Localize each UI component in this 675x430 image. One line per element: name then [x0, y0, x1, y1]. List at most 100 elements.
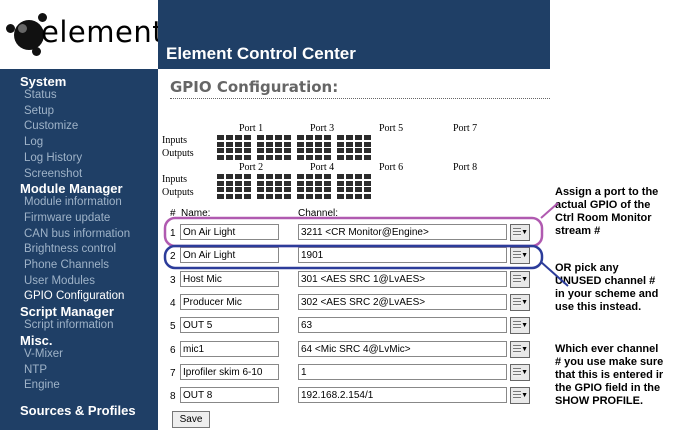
gpio-cell — [355, 194, 362, 199]
gpio-cell — [315, 174, 322, 179]
sidebar-item-gpio-configuration[interactable]: GPIO Configuration — [0, 289, 158, 305]
gpio-cell — [364, 187, 371, 192]
sidebar-section-misc[interactable]: Misc. — [0, 334, 158, 347]
gpio-cell — [235, 135, 242, 140]
gpio-cell — [284, 142, 291, 147]
gpio-cell — [244, 155, 251, 160]
gpio-cell — [244, 174, 251, 179]
sidebar-section-system[interactable]: System — [0, 75, 158, 88]
sidebar-item-module-information[interactable]: Module information — [0, 195, 158, 211]
gpio-cell — [244, 181, 251, 186]
gpio-name-input[interactable]: On Air Light — [180, 224, 279, 240]
channel-picker-button[interactable] — [510, 224, 530, 241]
sidebar-item-phone-channels[interactable]: Phone Channels — [0, 258, 158, 274]
gpio-cell — [275, 194, 282, 199]
channel-picker-button[interactable] — [510, 247, 530, 264]
gpio-cell — [346, 148, 353, 153]
sidebar-item-brightness-control[interactable]: Brightness control — [0, 242, 158, 258]
channel-picker-button[interactable] — [510, 271, 530, 288]
gpio-cell — [337, 194, 344, 199]
sidebar-item-v-mixer[interactable]: V-Mixer — [0, 347, 158, 363]
gpio-cell — [306, 174, 313, 179]
save-button[interactable]: Save — [172, 411, 210, 428]
gpio-cell — [364, 194, 371, 199]
sidebar-item-engine[interactable]: Engine — [0, 378, 158, 394]
gpio-channel-input[interactable]: 3211 <CR Monitor@Engine> — [298, 224, 507, 240]
channel-picker-button[interactable] — [510, 364, 530, 381]
gpio-channel-input[interactable]: 302 <AES SRC 2@LvAES> — [298, 294, 507, 310]
channel-picker-button[interactable] — [510, 317, 530, 334]
gpio-name-input[interactable]: OUT 8 — [180, 387, 279, 403]
gpio-name-input[interactable]: Iprofiler skim 6-10 — [180, 364, 279, 380]
gpio-cell — [337, 181, 344, 186]
sidebar-item-screenshot[interactable]: Screenshot — [0, 167, 158, 183]
gpio-name-input[interactable]: OUT 5 — [180, 317, 279, 333]
gpio-cell — [275, 181, 282, 186]
sidebar-item-user-modules[interactable]: User Modules — [0, 274, 158, 290]
port-label: Port 8 — [453, 162, 478, 173]
gpio-cell — [275, 174, 282, 179]
sidebar-item-status[interactable]: Status — [0, 88, 158, 104]
gpio-cell — [324, 135, 331, 140]
gpio-cell — [235, 142, 242, 147]
gpio-cell — [257, 194, 264, 199]
gpio-cell — [306, 142, 313, 147]
gpio-cell — [297, 148, 304, 153]
app-title: Element Control Center — [166, 44, 356, 63]
sidebar-item-can-bus-information[interactable]: CAN bus information — [0, 227, 158, 243]
gpio-cell — [306, 148, 313, 153]
gpio-inputs-grid-bottom — [217, 174, 371, 179]
sidebar-section-script-manager[interactable]: Script Manager — [0, 305, 158, 318]
gpio-name-input[interactable]: Producer Mic — [180, 294, 279, 310]
port-label: Port 1 — [239, 123, 264, 134]
row-number: 1 — [170, 228, 176, 239]
gpio-cell — [226, 135, 233, 140]
row-number: 8 — [170, 391, 176, 402]
gpio-name-input[interactable]: mic1 — [180, 341, 279, 357]
gpio-cell — [266, 187, 273, 192]
gpio-cell — [217, 142, 224, 147]
gpio-cell — [217, 135, 224, 140]
channel-picker-button[interactable] — [510, 387, 530, 404]
gpio-cell — [364, 174, 371, 179]
gpio-cell — [346, 187, 353, 192]
port-label: Port 2 — [239, 162, 264, 173]
channel-picker-button[interactable] — [510, 341, 530, 358]
gpio-channel-input[interactable]: 192.168.2.154/1 — [298, 387, 507, 403]
gpio-cell — [226, 174, 233, 179]
gpio-name-input[interactable]: On Air Light — [180, 247, 279, 263]
channel-picker-button[interactable] — [510, 294, 530, 311]
gpio-channel-input[interactable]: 301 <AES SRC 1@LvAES> — [298, 271, 507, 287]
annotation-note-2: OR pick any UNUSED channel # in your sch… — [555, 262, 658, 314]
gpio-cell — [284, 174, 291, 179]
gpio-channel-input[interactable]: 1 — [298, 364, 507, 380]
gpio-inputs-grid-top — [217, 142, 371, 147]
gpio-cell — [315, 187, 322, 192]
sidebar-section-module-manager[interactable]: Module Manager — [0, 182, 158, 195]
row-number: 2 — [170, 251, 176, 262]
gpio-cell — [346, 181, 353, 186]
sidebar: System Status Setup Customize Log Log Hi… — [0, 69, 158, 430]
gpio-cell — [315, 135, 322, 140]
sidebar-section-sources-profiles[interactable]: Sources & Profiles — [0, 404, 158, 417]
gpio-cell — [284, 187, 291, 192]
gpio-channel-input[interactable]: 64 <Mic SRC 4@LvMic> — [298, 341, 507, 357]
gpio-cell — [284, 194, 291, 199]
sidebar-item-firmware-update[interactable]: Firmware update — [0, 211, 158, 227]
inputs-label: Inputs — [162, 174, 187, 185]
sidebar-item-log-history[interactable]: Log History — [0, 151, 158, 167]
gpio-channel-input[interactable]: 63 — [298, 317, 507, 333]
sidebar-item-script-information[interactable]: Script information — [0, 318, 158, 334]
sidebar-item-customize[interactable]: Customize — [0, 119, 158, 135]
port-label: Port 5 — [379, 123, 404, 134]
gpio-cell — [226, 194, 233, 199]
sidebar-item-setup[interactable]: Setup — [0, 104, 158, 120]
gpio-channel-input[interactable]: 1901 — [298, 247, 507, 263]
gpio-cell — [306, 187, 313, 192]
note-line: UNUSED channel # — [555, 275, 656, 287]
sidebar-item-ntp[interactable]: NTP — [0, 363, 158, 379]
sidebar-item-log[interactable]: Log — [0, 135, 158, 151]
gpio-cell — [284, 155, 291, 160]
gpio-name-input[interactable]: Host Mic — [180, 271, 279, 287]
gpio-cell — [297, 135, 304, 140]
